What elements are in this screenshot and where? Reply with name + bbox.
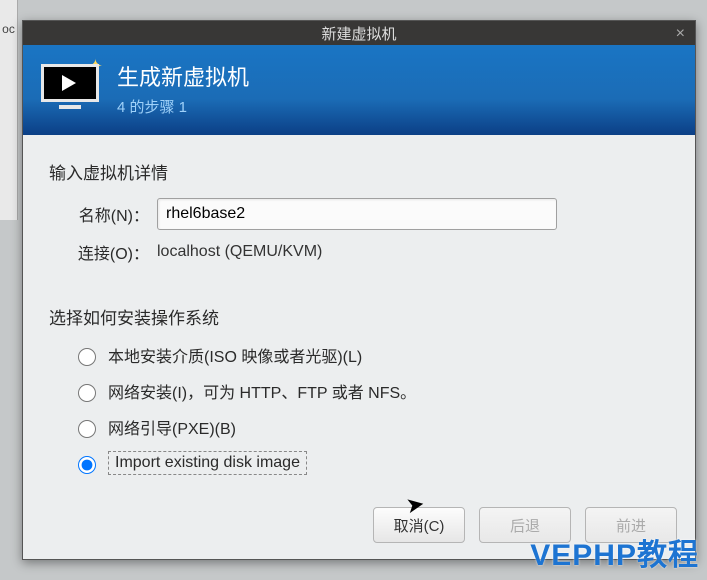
- watermark-text: VEPHP教程: [530, 530, 699, 574]
- name-label: 名称(N)：: [67, 202, 157, 226]
- dialog-titlebar[interactable]: 新建虚拟机 ×: [23, 21, 695, 45]
- install-radio-pxe[interactable]: [78, 420, 96, 438]
- new-vm-dialog: 新建虚拟机 × ✦ 生成新虚拟机 4 的步骤 1 输入虚拟机详情 名称(N)： …: [22, 20, 696, 560]
- install-option-local[interactable]: 本地安装介质(ISO 映像或者光驱)(L): [73, 343, 669, 367]
- install-option-pxe[interactable]: 网络引导(PXE)(B): [73, 415, 669, 439]
- vm-name-input[interactable]: [157, 198, 557, 230]
- background-window-fragment: oc: [0, 0, 18, 220]
- close-icon[interactable]: ×: [676, 25, 685, 43]
- header-title: 生成新虚拟机: [117, 60, 249, 92]
- install-label-pxe: 网络引导(PXE)(B): [108, 415, 236, 439]
- install-method-radiogroup: 本地安装介质(ISO 映像或者光驱)(L) 网络安装(I)，可为 HTTP、FT…: [49, 343, 669, 475]
- vm-wizard-icon: ✦: [41, 64, 99, 112]
- name-row: 名称(N)：: [49, 198, 669, 230]
- connection-value: localhost (QEMU/KVM): [157, 243, 322, 261]
- cancel-button[interactable]: 取消(C): [373, 507, 465, 543]
- dialog-title: 新建虚拟机: [321, 23, 396, 44]
- install-radio-import[interactable]: [78, 456, 96, 474]
- install-label-import: Import existing disk image: [108, 451, 307, 475]
- install-label-local: 本地安装介质(ISO 映像或者光驱)(L): [108, 343, 362, 367]
- install-radio-local[interactable]: [78, 348, 96, 366]
- dialog-body: 输入虚拟机详情 名称(N)： 连接(O)： localhost (QEMU/KV…: [23, 135, 695, 497]
- install-option-network[interactable]: 网络安装(I)，可为 HTTP、FTP 或者 NFS。: [73, 379, 669, 403]
- connection-row: 连接(O)： localhost (QEMU/KVM): [49, 240, 669, 264]
- details-section-title: 输入虚拟机详情: [49, 159, 669, 184]
- connection-label: 连接(O)：: [67, 240, 157, 264]
- install-option-import[interactable]: Import existing disk image: [73, 451, 669, 475]
- header-step: 4 的步骤 1: [117, 96, 249, 117]
- install-label-network: 网络安装(I)，可为 HTTP、FTP 或者 NFS。: [108, 379, 416, 403]
- install-section-title: 选择如何安装操作系统: [49, 304, 669, 329]
- install-radio-network[interactable]: [78, 384, 96, 402]
- dialog-header: ✦ 生成新虚拟机 4 的步骤 1: [23, 45, 695, 135]
